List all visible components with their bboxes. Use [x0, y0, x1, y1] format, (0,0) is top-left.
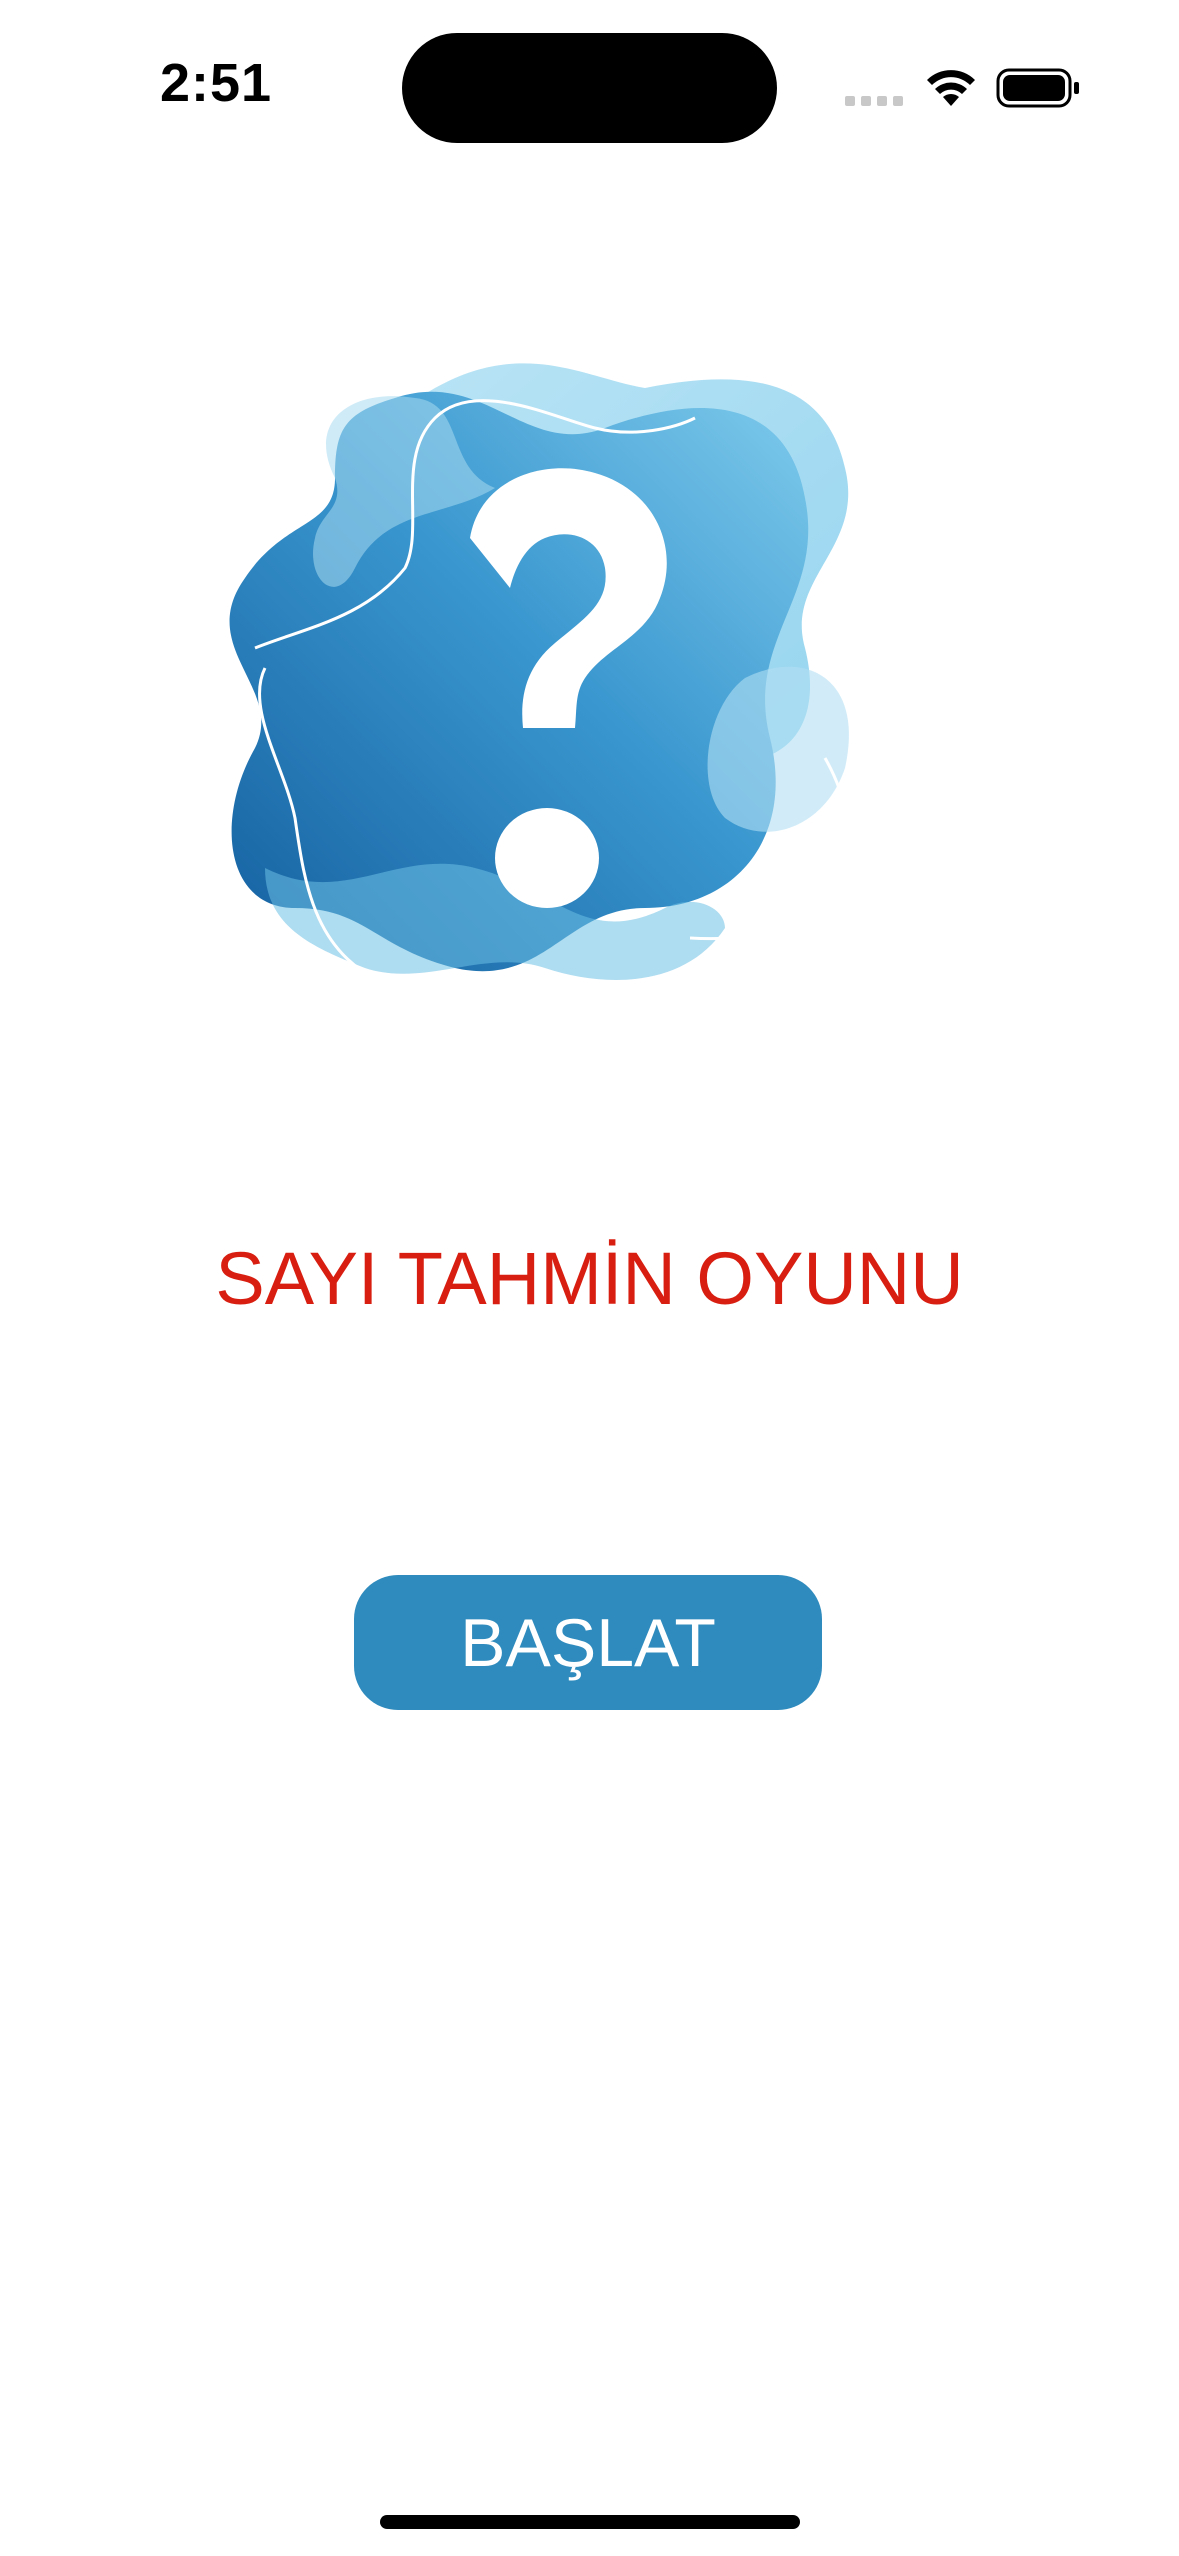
status-time: 2:51 [160, 53, 273, 113]
dynamic-island [402, 33, 777, 143]
wifi-icon [927, 70, 975, 106]
question-mark-icon [229, 363, 851, 990]
page-title: SAYI TAHMİN OYUNU [215, 1237, 964, 1320]
cellular-signal-icon [845, 96, 903, 106]
home-indicator[interactable] [380, 2515, 800, 2529]
battery-icon [996, 68, 1079, 108]
start-button[interactable]: BAŞLAT [354, 1575, 822, 1710]
